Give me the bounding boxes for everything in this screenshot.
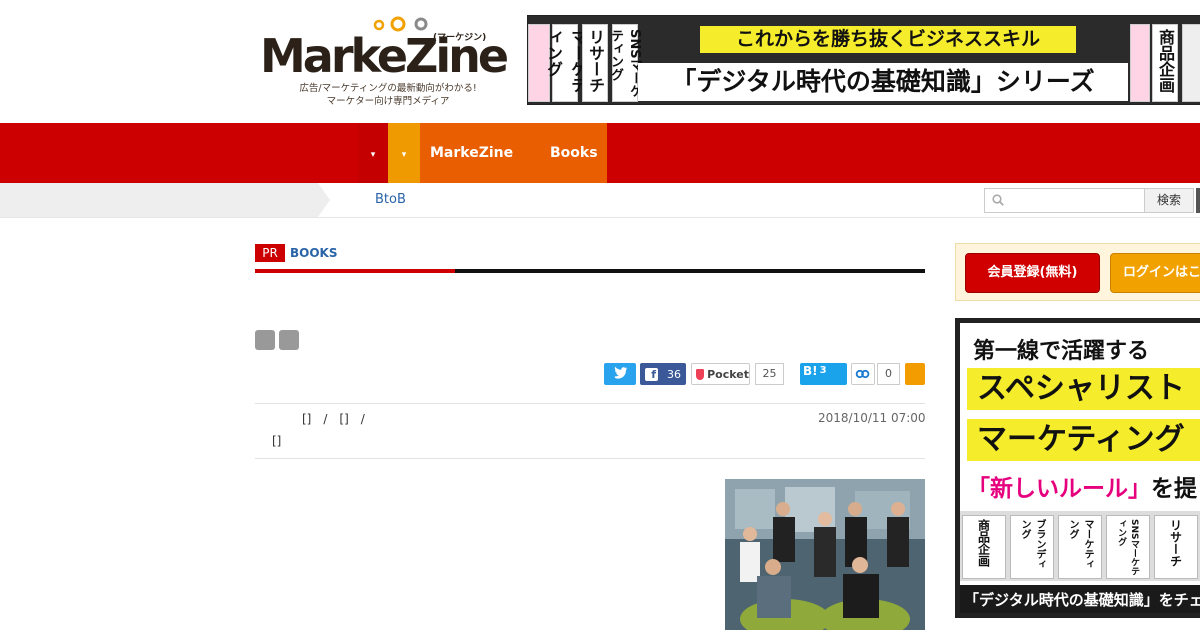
section-label[interactable]: BOOKS	[290, 244, 338, 262]
login-button[interactable]: ログインはこ	[1110, 253, 1200, 293]
search-edge	[1196, 188, 1200, 213]
banner-book-2: リサーチ	[582, 24, 608, 102]
publish-date: 2018/10/11 07:00	[818, 411, 926, 425]
banner-book-3: SNSマーケティング	[608, 24, 642, 102]
meta-divider-bottom	[255, 458, 925, 459]
tagline-line-2: マーケター向け専門メディア	[326, 96, 450, 107]
chevron-down-icon: ▾	[401, 150, 407, 160]
ad-line-4: 「新しいルール」を提	[967, 469, 1197, 503]
pr-badge: PR	[255, 244, 285, 262]
facebook-share-button[interactable]: f 36	[640, 363, 686, 385]
hatena-count: 3	[819, 365, 827, 376]
author-line-2: []	[272, 434, 282, 448]
hatena-bookmark-button[interactable]: B! 3	[800, 363, 847, 385]
ad-line-4-rest: を提	[1151, 476, 1197, 502]
nav-dropdown-1[interactable]: ▾	[358, 123, 388, 183]
article-photo	[725, 479, 925, 630]
subnav-link-btob[interactable]: BtoB	[375, 183, 406, 217]
banner-book-4: 商品企画	[1152, 24, 1178, 102]
banner-headline: これからを勝ち抜くビジネススキル	[700, 26, 1076, 53]
nav-links: MarkeZine Books	[420, 123, 607, 183]
meta-divider-top	[255, 403, 925, 404]
twitter-share-button[interactable]	[604, 363, 636, 385]
search-icon	[992, 194, 1004, 206]
hatena-icon: B!	[803, 364, 818, 378]
ad-book-1: 商品企画	[962, 515, 1006, 579]
page: MarkeZine (マーケジン) 広告/マーケティングの最新動向がわかる! マ…	[0, 0, 1200, 630]
group-photo-image	[725, 479, 925, 630]
ad-line-4-highlight: 「新しいルール」	[967, 476, 1151, 502]
category-tag-1[interactable]	[255, 330, 275, 350]
ad-book-row: 商品企画 ブランディング マーケティング SNSマーケティング リサーチ	[960, 511, 1200, 581]
ad-book-5: リサーチ	[1154, 515, 1198, 579]
nav-item-books[interactable]: Books	[550, 123, 598, 183]
top-banner-ad[interactable]: マーケティング リサーチ SNSマーケティング これからを勝ち抜くビジネススキル…	[527, 15, 1200, 105]
banner-series-title: 「デジタル時代の基礎知識」シリーズ	[638, 63, 1128, 101]
search-input[interactable]	[984, 188, 1145, 213]
ad-line-3: マーケティング	[967, 419, 1200, 461]
ad-line-1: 第一線で活躍する	[973, 339, 1150, 364]
category-tag-2[interactable]	[279, 330, 299, 350]
banner-book-1: マーケティング	[544, 24, 587, 102]
tagline-line-1: 広告/マーケティングの最新動向がわかる!	[299, 83, 477, 94]
section-rule	[455, 269, 925, 273]
feed-button[interactable]	[905, 363, 925, 385]
pocket-icon	[696, 368, 705, 380]
ad-footer: 「デジタル時代の基礎知識」をチェ	[960, 585, 1200, 613]
link-icon	[855, 369, 870, 379]
section-rule-accent	[255, 269, 455, 273]
chevron-down-icon: ▾	[370, 150, 376, 160]
banner-book-edge-2	[1130, 24, 1150, 102]
ad-line-2: スペシャリスト	[967, 368, 1200, 410]
breadcrumb-arrow	[0, 183, 318, 217]
sidebar-ad[interactable]: 第一線で活躍する スペシャリスト マーケティング 「新しいルール」を提 商品企画…	[955, 318, 1200, 618]
ad-book-4: SNSマーケティング	[1106, 515, 1150, 579]
ad-book-3: マーケティング	[1058, 515, 1102, 579]
breadcrumb-arrow-tip	[318, 183, 330, 217]
main-nav: ▾ ▾ MarkeZine Books	[0, 123, 1200, 183]
search-button[interactable]: 検索	[1144, 188, 1194, 213]
logo-tagline: 広告/マーケティングの最新動向がわかる! マーケター向け専門メディア	[278, 82, 498, 108]
register-button[interactable]: 会員登録(無料)	[965, 253, 1100, 293]
pocket-count: 25	[755, 363, 784, 385]
author-line-1: [] / [] /	[302, 412, 365, 426]
pocket-button[interactable]: Pocket	[691, 363, 750, 385]
site-logo[interactable]: MarkeZine (マーケジン) 広告/マーケティングの最新動向がわかる! マ…	[258, 12, 509, 112]
twitter-icon	[614, 366, 628, 379]
banner-book-5	[1182, 24, 1200, 102]
nav-dropdown-2[interactable]: ▾	[388, 123, 420, 183]
logo-kana: (マーケジン)	[433, 33, 487, 43]
link-share-button[interactable]	[851, 363, 875, 385]
pocket-label: Pocket	[707, 367, 749, 381]
nav-item-markezine[interactable]: MarkeZine	[430, 123, 513, 183]
link-count: 0	[877, 363, 900, 385]
facebook-icon: f	[645, 367, 658, 381]
facebook-count: 36	[667, 367, 681, 381]
ad-book-2: ブランディング	[1010, 515, 1054, 579]
